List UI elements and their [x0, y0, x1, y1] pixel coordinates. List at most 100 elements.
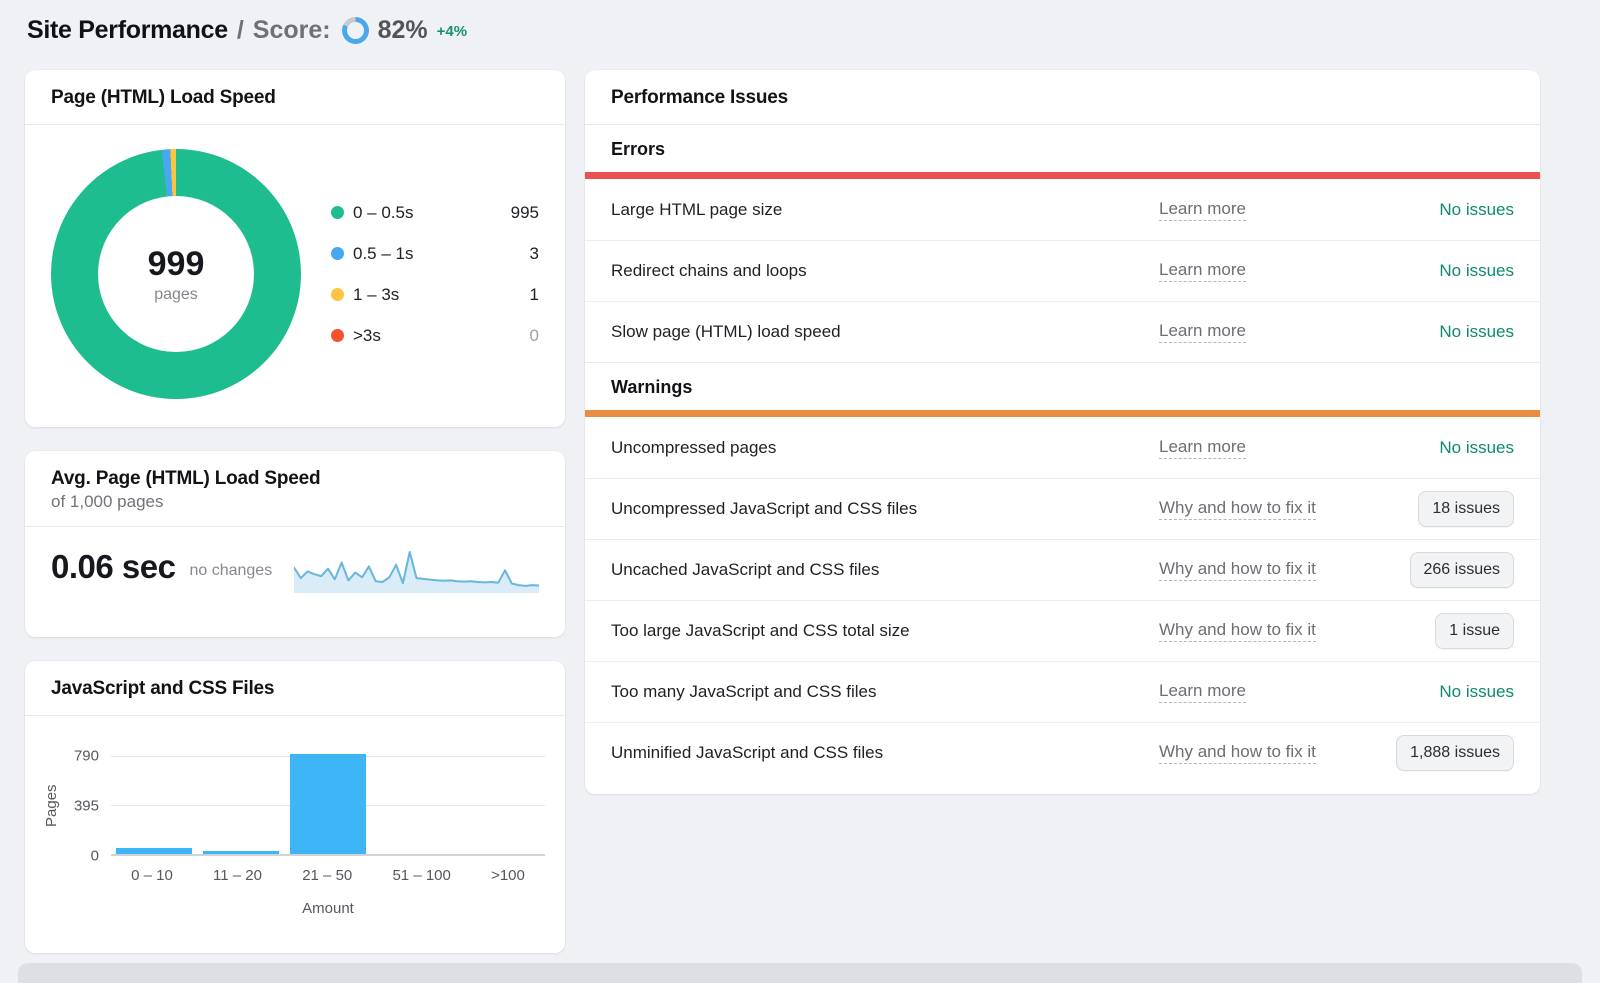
- avg-load-speed-card: Avg. Page (HTML) Load Speed of 1,000 pag…: [25, 451, 565, 637]
- performance-issues-card: Performance Issues Errors Large HTML pag…: [585, 70, 1540, 794]
- donut-center: 999 pages: [98, 196, 254, 352]
- x-tick: 21 – 50: [302, 867, 352, 884]
- issue-row: Too large JavaScript and CSS total size …: [585, 600, 1540, 661]
- y-axis-ticks: 790 395 0: [65, 756, 111, 856]
- legend-dot-green: [331, 206, 344, 219]
- issue-status: No issues: [1439, 200, 1514, 220]
- issue-label: Slow page (HTML) load speed: [611, 322, 1159, 342]
- card-header: Avg. Page (HTML) Load Speed: [25, 451, 565, 490]
- y-tick: 395: [74, 798, 99, 815]
- x-tick: >100: [491, 867, 525, 884]
- issue-status: No issues: [1439, 322, 1514, 342]
- issue-label: Uncompressed pages: [611, 438, 1159, 458]
- issue-row: Unminified JavaScript and CSS files Why …: [585, 722, 1540, 783]
- issue-row: Uncompressed JavaScript and CSS files Wh…: [585, 478, 1540, 539]
- below-fold-element-edge: [18, 963, 1582, 983]
- score-delta-badge: +4%: [437, 23, 467, 40]
- y-axis-title: Pages: [43, 756, 65, 856]
- y-tick: 0: [91, 848, 99, 865]
- x-tick: 11 – 20: [213, 867, 262, 884]
- legend-value: 995: [495, 203, 539, 223]
- why-how-fix-link[interactable]: Why and how to fix it: [1159, 742, 1316, 764]
- legend-label: >3s: [353, 326, 381, 346]
- card-title: JavaScript and CSS Files: [51, 678, 274, 699]
- bar-11-20: [203, 851, 279, 854]
- issues-count-button[interactable]: 1,888 issues: [1396, 735, 1514, 771]
- warnings-severity-bar: [585, 410, 1540, 417]
- bar-21-50: [290, 754, 366, 854]
- avg-speed-value-row: 0.06 sec no changes: [25, 527, 565, 609]
- legend-dot-yellow: [331, 288, 344, 301]
- legend-label: 1 – 3s: [353, 285, 399, 305]
- why-how-fix-link[interactable]: Why and how to fix it: [1159, 620, 1316, 642]
- learn-more-link[interactable]: Learn more: [1159, 437, 1246, 459]
- score-ring-chart: [342, 17, 369, 44]
- learn-more-link[interactable]: Learn more: [1159, 199, 1246, 221]
- card-subtitle: of 1,000 pages: [25, 490, 565, 526]
- js-css-bar-chart: Pages 790 395 0 0 – 10 11 – 20: [25, 716, 565, 917]
- why-how-fix-link[interactable]: Why and how to fix it: [1159, 498, 1316, 520]
- donut-total-value: 999: [148, 245, 205, 284]
- issue-row: Too many JavaScript and CSS files Learn …: [585, 661, 1540, 722]
- donut-total-label: pages: [154, 286, 198, 304]
- learn-more-link[interactable]: Learn more: [1159, 321, 1246, 343]
- avg-speed-value: 0.06 sec: [51, 548, 175, 586]
- card-title: Avg. Page (HTML) Load Speed: [51, 468, 320, 489]
- issue-row: Redirect chains and loops Learn more No …: [585, 240, 1540, 301]
- legend-value: 0: [495, 326, 539, 346]
- legend-item: 1 – 3s 1: [331, 285, 539, 305]
- x-tick: 51 – 100: [392, 867, 450, 884]
- site-performance-page: Site Performance / Score: 82% +4% Page (…: [0, 0, 1600, 972]
- issue-label: Too large JavaScript and CSS total size: [611, 621, 1159, 641]
- js-css-files-card: JavaScript and CSS Files Pages 790 395 0: [25, 661, 565, 953]
- load-speed-donut-chart: 999 pages: [51, 149, 301, 399]
- legend-item: 0 – 0.5s 995: [331, 203, 539, 223]
- issue-row: Large HTML page size Learn more No issue…: [585, 179, 1540, 240]
- card-header: Page (HTML) Load Speed: [25, 70, 565, 125]
- learn-more-link[interactable]: Learn more: [1159, 681, 1246, 703]
- x-axis-title: Amount: [111, 900, 545, 917]
- legend-dot-blue: [331, 247, 344, 260]
- issue-row: Uncached JavaScript and CSS files Why an…: [585, 539, 1540, 600]
- legend-value: 3: [495, 244, 539, 264]
- x-tick: 0 – 10: [131, 867, 173, 884]
- bar-0-10: [116, 848, 192, 854]
- legend-label: 0 – 0.5s: [353, 203, 414, 223]
- bar-chart-plot: [111, 756, 545, 856]
- avg-speed-status: no changes: [189, 562, 272, 580]
- legend-dot-red: [331, 329, 344, 342]
- issues-count-button[interactable]: 18 issues: [1418, 491, 1514, 527]
- issues-count-button[interactable]: 266 issues: [1410, 552, 1515, 588]
- legend-value: 1: [495, 285, 539, 305]
- card-title: Page (HTML) Load Speed: [51, 87, 276, 108]
- donut-chart-area: 999 pages 0 – 0.5s 995 0.5 – 1s 3 1 – 3: [25, 125, 565, 425]
- legend-label: 0.5 – 1s: [353, 244, 414, 264]
- issue-label: Large HTML page size: [611, 200, 1159, 220]
- issue-status: No issues: [1439, 682, 1514, 702]
- avg-speed-sparkline-chart: [294, 545, 539, 593]
- issues-count-button[interactable]: 1 issue: [1435, 613, 1514, 649]
- page-title: Site Performance: [27, 16, 228, 45]
- x-axis-labels: 0 – 10 11 – 20 21 – 50 51 – 100 >100: [111, 867, 545, 884]
- load-speed-card: Page (HTML) Load Speed 999 pages 0 – 0.5…: [25, 70, 565, 427]
- issue-label: Uncached JavaScript and CSS files: [611, 560, 1159, 580]
- errors-severity-bar: [585, 172, 1540, 179]
- why-how-fix-link[interactable]: Why and how to fix it: [1159, 559, 1316, 581]
- bars: [111, 756, 545, 854]
- y-tick: 790: [74, 748, 99, 765]
- learn-more-link[interactable]: Learn more: [1159, 260, 1246, 282]
- card-header: JavaScript and CSS Files: [25, 661, 565, 716]
- issue-row: Slow page (HTML) load speed Learn more N…: [585, 301, 1540, 362]
- issue-label: Uncompressed JavaScript and CSS files: [611, 499, 1159, 519]
- page-header: Site Performance / Score: 82% +4%: [27, 16, 467, 45]
- card-title: Performance Issues: [611, 87, 788, 108]
- warnings-section-heading: Warnings: [585, 362, 1540, 410]
- issue-status: No issues: [1439, 261, 1514, 281]
- title-separator: /: [237, 16, 244, 45]
- issue-label: Too many JavaScript and CSS files: [611, 682, 1159, 702]
- issue-status: No issues: [1439, 438, 1514, 458]
- donut-legend: 0 – 0.5s 995 0.5 – 1s 3 1 – 3s 1 >3s 0: [331, 203, 539, 346]
- issue-row: Uncompressed pages Learn more No issues: [585, 417, 1540, 478]
- issue-label: Unminified JavaScript and CSS files: [611, 743, 1159, 763]
- card-header: Performance Issues: [585, 70, 1540, 125]
